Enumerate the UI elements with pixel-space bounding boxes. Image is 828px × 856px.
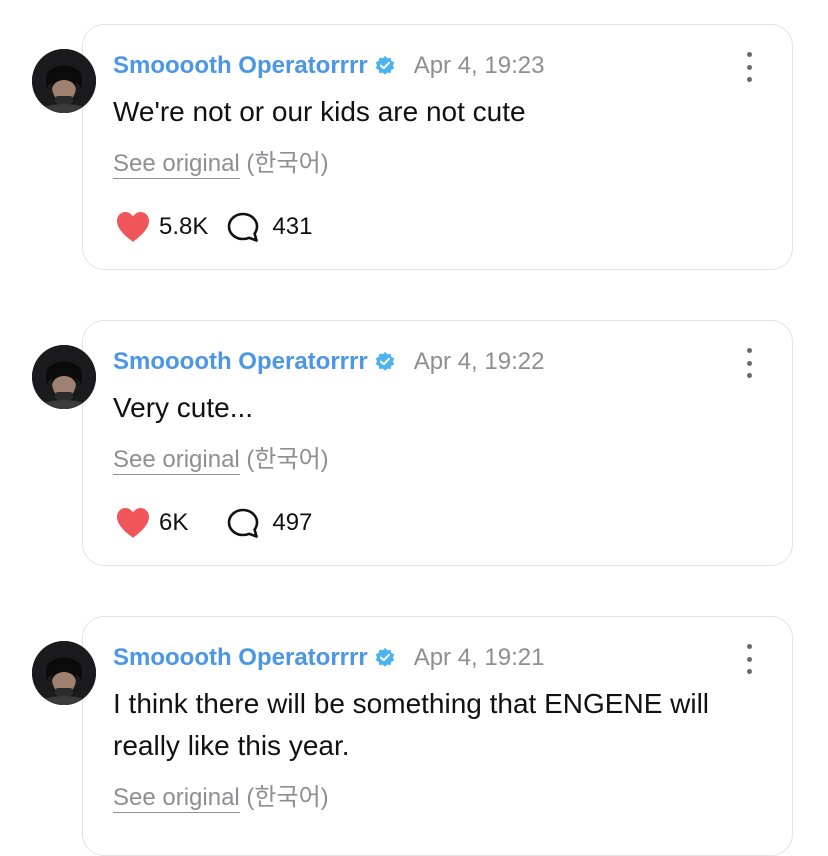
see-original-link[interactable]: See original [113,446,240,475]
see-original-link[interactable]: See original [113,150,240,179]
comment-text: Very cute... [113,392,254,423]
see-original: See original (한국어) [113,777,329,813]
original-language: (한국어) [246,784,329,811]
more-vertical-icon[interactable] [744,644,754,674]
speech-bubble-icon[interactable] [226,211,260,243]
comment-card: Smooooth Operatorrrr Apr 4, 19:23 We're … [32,24,793,270]
more-vertical-icon[interactable] [744,52,754,82]
username[interactable]: Smooooth Operatorrrr [113,52,368,80]
timestamp: Apr 4, 19:21 [413,644,545,671]
comment-card: Smooooth Operatorrrr Apr 4, 19:21 I thin… [32,616,793,856]
heart-icon[interactable] [115,507,151,539]
timestamp: Apr 4, 19:22 [413,348,545,375]
like-count: 5.8K [159,213,209,240]
comment-text: We're not or our kids are not cute [113,96,526,127]
comment-card: Smooooth Operatorrrr Apr 4, 19:22 Very c… [32,320,793,566]
username[interactable]: Smooooth Operatorrrr [113,348,368,376]
see-original: See original (한국어) [113,439,329,475]
like-count: 6K [159,509,189,536]
reply-count: 431 [272,213,313,240]
verified-badge-icon [374,647,396,669]
comment-text: I think there will be something that ENG… [113,688,710,761]
verified-badge-icon [374,351,396,373]
speech-bubble-icon[interactable] [226,507,260,539]
avatar[interactable] [32,49,96,113]
reply-count: 497 [272,509,313,536]
comment-actions: 6K 497 [115,505,312,541]
username[interactable]: Smooooth Operatorrrr [113,644,368,672]
see-original-link[interactable]: See original [113,784,240,813]
avatar[interactable] [32,345,96,409]
see-original: See original (한국어) [113,143,329,179]
comment-actions: 5.8K 431 [115,209,312,245]
timestamp: Apr 4, 19:23 [413,52,545,79]
more-vertical-icon[interactable] [744,348,754,378]
original-language: (한국어) [246,446,329,473]
verified-badge-icon [374,55,396,77]
avatar[interactable] [32,641,96,705]
heart-icon[interactable] [115,211,151,243]
original-language: (한국어) [246,150,329,177]
